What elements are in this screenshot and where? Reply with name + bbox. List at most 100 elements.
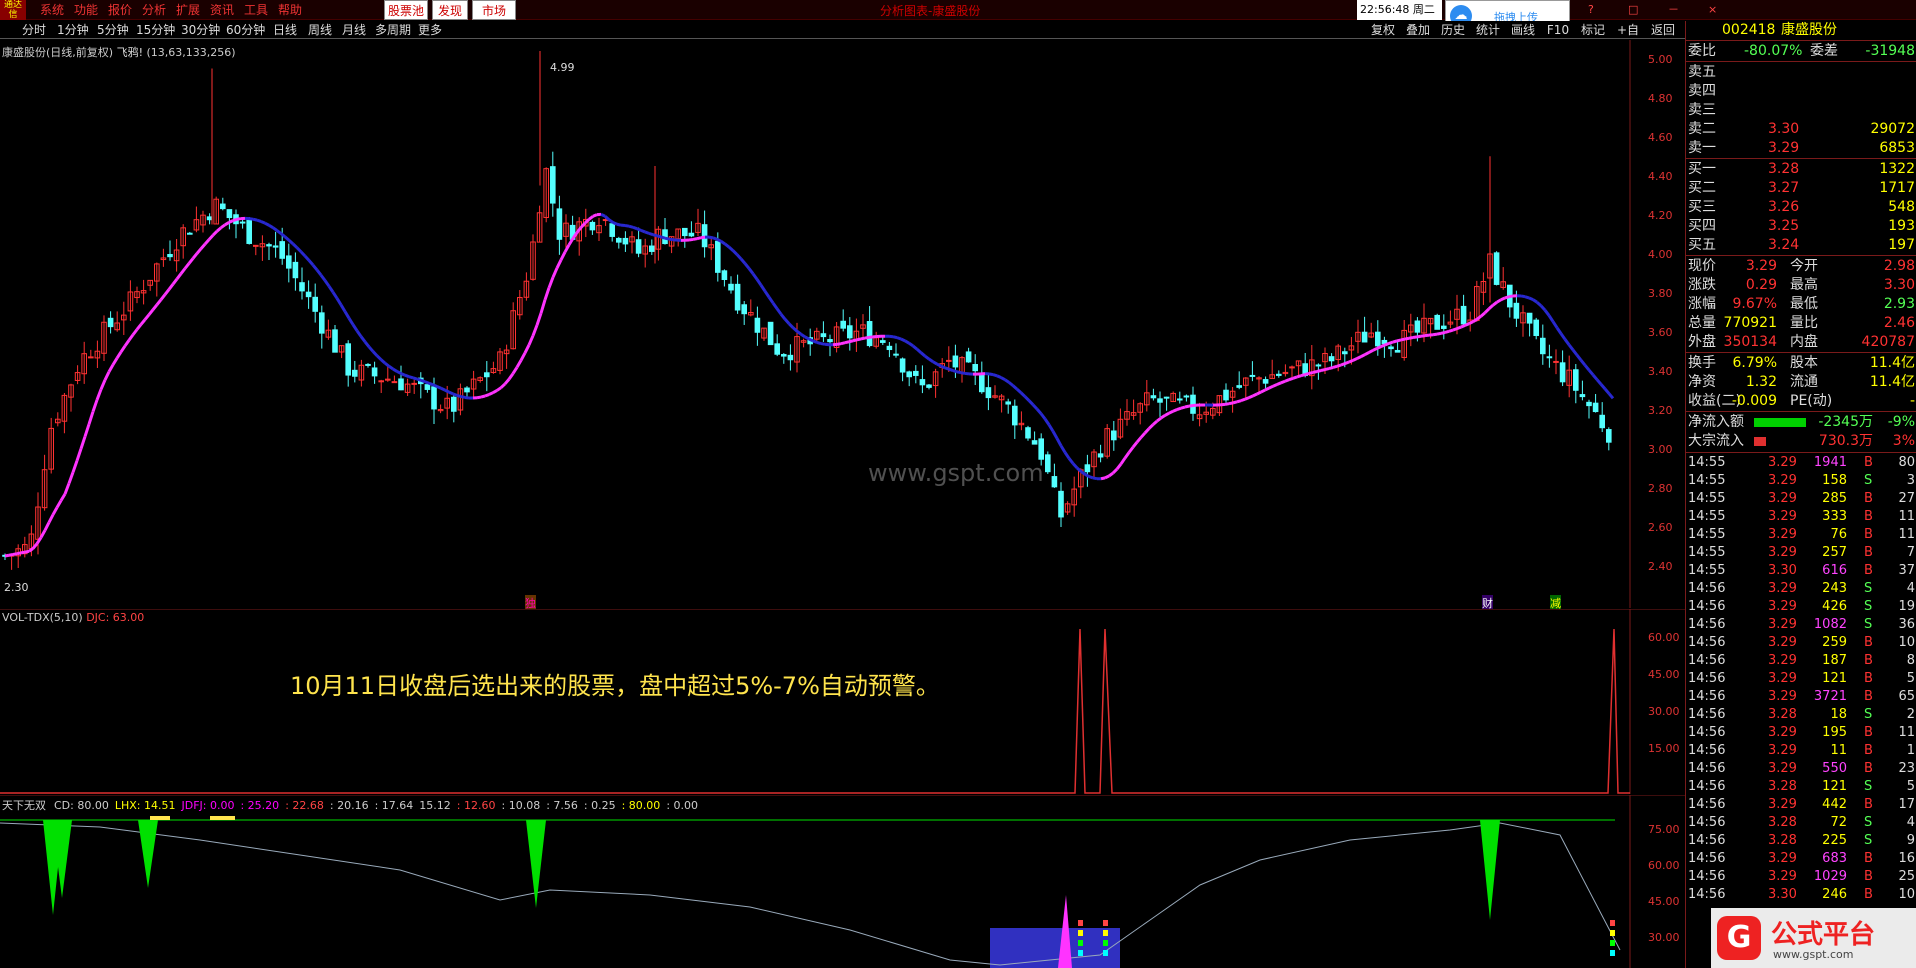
timeframe-1[interactable]: 1分钟 <box>57 22 89 38</box>
tick-volume: 225 <box>1822 833 1847 848</box>
candle-body <box>622 237 629 245</box>
ma-line-segment <box>692 237 698 241</box>
tick-side: S <box>1864 707 1873 722</box>
ask-price: 3.29 <box>1768 140 1800 156</box>
menu-item-0[interactable]: 系统 <box>40 2 64 18</box>
tick-count: 19 <box>1898 599 1915 614</box>
timeframe-7[interactable]: 周线 <box>308 22 332 38</box>
stat-label-1: 涨跌 <box>1688 277 1716 293</box>
candle-body <box>292 261 299 279</box>
ma-line-segment <box>264 221 270 227</box>
ma-line-segment <box>759 284 767 293</box>
ma-line-segment <box>1528 296 1534 301</box>
gspt-brand: 公式平台 <box>1771 920 1876 950</box>
ma-line-segment <box>804 335 810 341</box>
toolbar-button-1[interactable]: 叠加 <box>1401 21 1435 39</box>
ma-line-segment <box>1532 298 1538 304</box>
menu-item-4[interactable]: 扩展 <box>176 2 200 18</box>
window-control-1[interactable]: □ <box>1628 2 1638 18</box>
toolbar-button-7[interactable]: +自选 <box>1611 21 1645 55</box>
tick-time: 14:56 <box>1688 689 1726 704</box>
flow-value: 730.3万 <box>1818 433 1873 449</box>
ma-line-segment <box>1160 414 1166 420</box>
timeframe-8[interactable]: 月线 <box>342 22 366 38</box>
stock-pool-button[interactable]: 股票池 <box>384 0 428 20</box>
timeframe-6[interactable]: 日线 <box>273 22 297 38</box>
wecha-label: 委差 <box>1810 43 1838 59</box>
timeframe-3[interactable]: 15分钟 <box>136 22 175 38</box>
indicator-value-10: : 7.56 <box>546 799 578 812</box>
timeframe-10[interactable]: 更多 <box>418 22 442 38</box>
tick-time: 14:55 <box>1688 563 1726 578</box>
signal-dot-0-1 <box>1078 930 1083 936</box>
ma-line-segment <box>644 230 650 235</box>
toolbar-button-2[interactable]: 历史 <box>1436 21 1470 39</box>
menu-item-6[interactable]: 工具 <box>244 2 268 18</box>
ma-line-segment <box>135 323 143 331</box>
tick-price: 3.29 <box>1768 761 1797 776</box>
app-logo[interactable]: 通达信 <box>0 0 26 20</box>
tick-volume: 246 <box>1822 887 1847 902</box>
timeframe-0[interactable]: 分时 <box>22 22 46 38</box>
indicator-panel[interactable] <box>0 794 1685 968</box>
ask-price: 3.30 <box>1768 121 1800 137</box>
menu-item-7[interactable]: 帮助 <box>278 2 302 18</box>
flow-bar <box>1754 437 1766 446</box>
tick-volume: 426 <box>1822 599 1847 614</box>
candle-body <box>589 221 596 231</box>
indicator-value-11: : 0.25 <box>583 799 616 812</box>
timeframe-9[interactable]: 多周期 <box>375 22 411 38</box>
ma-line-segment <box>1452 327 1458 332</box>
ma-line-segment <box>1059 444 1067 454</box>
ma-line-segment <box>436 385 442 390</box>
timeframe-4[interactable]: 30分钟 <box>181 22 220 38</box>
discover-button[interactable]: 发现 <box>432 0 468 20</box>
candle-body <box>279 241 285 259</box>
tick-side: B <box>1864 689 1873 704</box>
candle-body <box>1540 337 1546 355</box>
menu-item-2[interactable]: 报价 <box>108 2 132 18</box>
menu-item-1[interactable]: 功能 <box>74 2 98 18</box>
candle-body <box>1394 349 1401 353</box>
market-button[interactable]: 市场 <box>472 0 516 20</box>
volume-chart[interactable] <box>0 608 1685 794</box>
ma-line-segment <box>668 237 674 242</box>
candle-body <box>972 364 979 372</box>
ask-label: 卖三 <box>1688 102 1716 118</box>
ma-line-segment <box>1348 358 1354 364</box>
ma-line-segment <box>535 312 543 326</box>
candle-body <box>827 339 833 343</box>
window-control-0[interactable]: ? <box>1588 2 1594 18</box>
tick-time: 14:56 <box>1688 653 1726 668</box>
timeframe-5[interactable]: 60分钟 <box>226 22 265 38</box>
toolbar-button-5[interactable]: F10 <box>1541 21 1575 39</box>
candle-body <box>741 304 748 315</box>
indicator-chart[interactable] <box>0 794 1685 968</box>
toolbar-button-6[interactable]: 标记 <box>1576 21 1610 39</box>
ma-line-segment <box>1264 386 1270 392</box>
ma-line-segment <box>1055 437 1063 447</box>
ma-line-segment <box>131 328 139 336</box>
window-control-2[interactable]: － <box>1668 2 1679 18</box>
toolbar-button-8[interactable]: 返回 <box>1646 21 1680 39</box>
tick-volume: 243 <box>1822 581 1847 596</box>
menu-item-5[interactable]: 资讯 <box>210 2 234 18</box>
tick-row: 14:56 3.29 121 B 5 <box>1686 670 1916 688</box>
volume-panel[interactable] <box>0 608 1685 794</box>
ma-line-segment <box>260 220 266 225</box>
ma-line-segment <box>452 392 458 397</box>
timeframe-2[interactable]: 5分钟 <box>97 22 129 38</box>
tick-time: 14:55 <box>1688 545 1726 560</box>
window-control-3[interactable]: × <box>1708 2 1717 18</box>
ma-line-segment <box>207 234 215 241</box>
ma-line-segment <box>216 226 222 233</box>
toolbar-button-3[interactable]: 统计 <box>1471 21 1505 39</box>
price-chart[interactable] <box>0 40 1685 608</box>
menu-item-3[interactable]: 分析 <box>142 2 166 18</box>
candle-body <box>1526 312 1533 324</box>
toolbar-button-4[interactable]: 画线 <box>1506 21 1540 39</box>
toolbar-button-0[interactable]: 复权 <box>1366 21 1400 39</box>
tick-price: 3.29 <box>1768 851 1797 866</box>
tick-volume: 11 <box>1830 743 1847 758</box>
price-chart-panel[interactable] <box>0 40 1685 608</box>
